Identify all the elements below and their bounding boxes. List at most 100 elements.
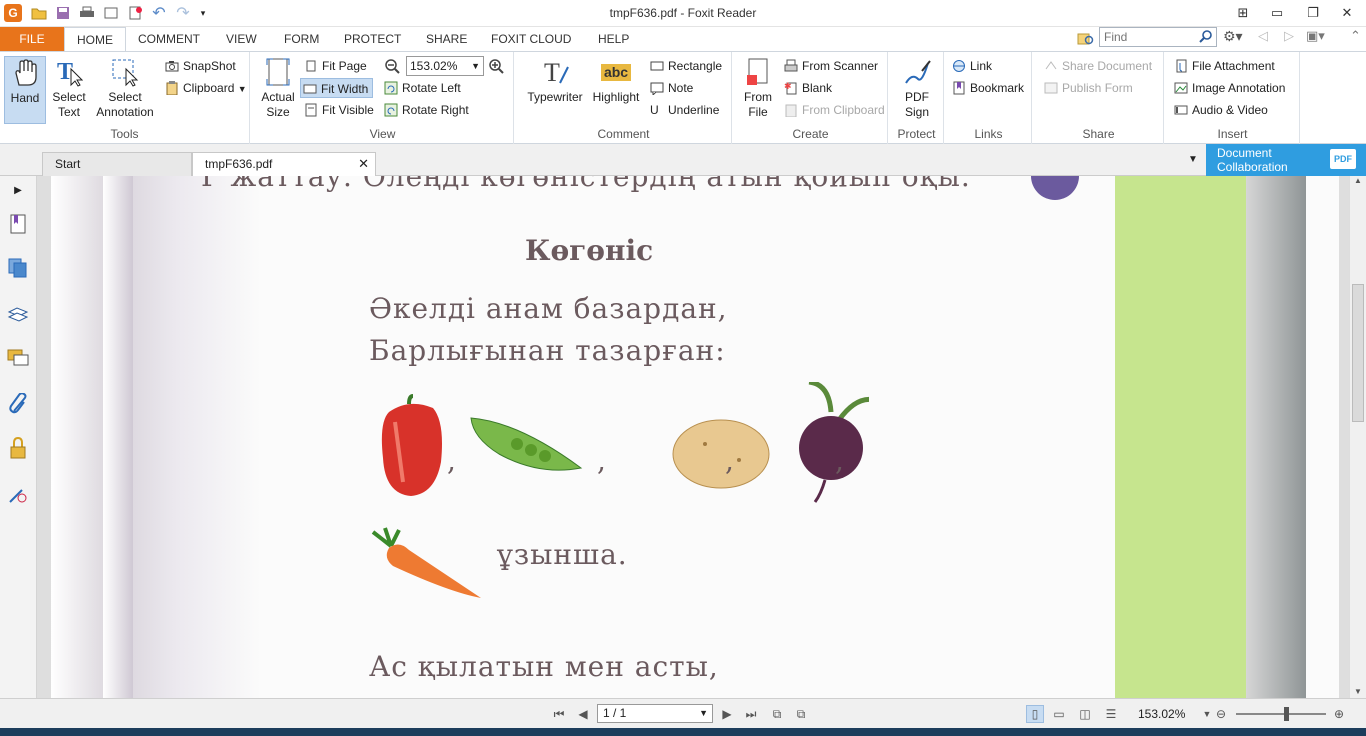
tab-start[interactable]: Start [42,152,192,176]
from-scanner-button[interactable]: From Scanner [782,56,878,76]
rotate-left-button[interactable]: Rotate Left [382,78,461,98]
rotate-left-icon [384,81,398,95]
audio-video-button[interactable]: Audio & Video [1172,100,1268,120]
status-bar: ⏮ ◀ 1 / 1 ▼ ▶ ⏭ ⧉ ⧉ ▯ ▭ ◫ ☰ 153.02% ▼ ⊖ … [0,698,1366,728]
close-tab-icon[interactable]: ✕ [358,153,369,175]
zoom-slider-track[interactable] [1236,713,1326,715]
scroll-thumb[interactable] [1352,284,1364,422]
bookmark-button[interactable]: Bookmark [950,78,1024,98]
settings-gear-icon[interactable]: ⚙▾ [1223,28,1251,48]
clipboard-label: Clipboard [183,81,235,95]
note-label: Note [668,81,694,95]
scroll-down-icon[interactable]: ▼ [1354,687,1362,696]
find-box[interactable] [1099,27,1217,47]
bookmark-icon [952,81,966,95]
rectangle-button[interactable]: Rectangle [648,56,722,76]
fit-page-button[interactable]: Fit Page [302,56,367,76]
tab-home[interactable]: HOME [64,27,126,52]
ribbon-collapse-icon[interactable]: ⌃ [1350,28,1361,44]
find-input[interactable] [1100,28,1196,46]
previous-page-icon[interactable]: ◀ [574,705,592,723]
tab-form[interactable]: FORM [272,27,331,51]
nav-back-icon[interactable]: ◁ [1258,28,1268,44]
continuous-view-icon[interactable]: ▭ [1050,705,1068,723]
highlight-button[interactable]: abc Highlight [590,56,642,105]
book-badge-icon [1031,176,1079,200]
status-zoom-out-icon[interactable]: ⊖ [1212,705,1230,723]
note-button[interactable]: Note [648,78,693,98]
first-page-icon[interactable]: ⏮ [550,705,568,723]
tab-help[interactable]: HELP [586,27,641,51]
tab-view[interactable]: VIEW [214,27,269,51]
page-dropdown-icon[interactable]: ▼ [699,705,708,722]
fit-width-button[interactable]: Fit Width [300,78,374,98]
scroll-up-icon[interactable]: ▲ [1354,176,1362,185]
restore-icon[interactable]: ❐ [1302,3,1324,23]
document-viewport[interactable]: Ғ жаттау. Өлеңді көгөністердің атын қойы… [37,176,1349,698]
next-page-icon[interactable]: ▶ [718,705,736,723]
document-collaboration-panel[interactable]: Document Collaboration PDF [1206,144,1366,176]
status-zoom-in-icon[interactable]: ⊕ [1330,705,1348,723]
expand-panel-icon[interactable]: ▶ [6,178,30,202]
pages-panel-icon[interactable] [6,256,30,280]
next-view-icon[interactable]: ⧉ [792,705,810,723]
page-number-box[interactable]: 1 / 1 ▼ [597,704,713,723]
publish-form-button[interactable]: Publish Form [1042,78,1133,98]
actual-size-label: Actual Size [261,90,295,119]
find-options-icon[interactable] [1077,31,1095,47]
previous-view-icon[interactable]: ⧉ [768,705,786,723]
links-group: Link Bookmark Links [946,52,1032,144]
file-attachment-button[interactable]: File Attachment [1172,56,1275,76]
typewriter-button[interactable]: T Typewriter [524,56,586,105]
blank-button[interactable]: ✱ Blank [782,78,832,98]
attachments-panel-icon[interactable] [6,392,30,416]
hand-button[interactable]: Hand [4,56,46,124]
from-clipboard-button[interactable]: From Clipboard [782,100,885,120]
search-icon[interactable] [1199,29,1213,46]
pdf-sign-button[interactable]: PDF Sign [896,56,938,120]
tab-protect[interactable]: PROTECT [332,27,413,51]
link-button[interactable]: Link [950,56,992,76]
minimize-icon[interactable]: ▭ [1266,3,1288,23]
tab-current-document[interactable]: tmpF636.pdf ✕ [192,152,376,177]
clipboard-button[interactable]: Clipboard ▼ [163,78,247,98]
fit-width-icon [303,82,317,96]
image-annotation-button[interactable]: Image Annotation [1172,78,1285,98]
zoom-in-icon[interactable] [488,58,504,77]
underline-button[interactable]: U Underline [648,100,719,120]
tab-list-dropdown-icon[interactable]: ▼ [1188,154,1198,165]
tab-foxit-cloud[interactable]: FOXIT CLOUD [479,27,583,51]
security-panel-icon[interactable] [6,436,30,460]
share-document-button[interactable]: Share Document [1042,56,1152,76]
signatures-panel-icon[interactable] [6,482,30,506]
vertical-scrollbar[interactable]: ▲ ▼ [1349,176,1366,698]
beet-icon [799,382,869,503]
bookmarks-panel-icon[interactable] [6,212,30,236]
from-file-button[interactable]: From File [738,56,778,120]
zoom-slider-thumb[interactable] [1284,707,1289,721]
actual-size-button[interactable]: Actual Size [258,56,298,120]
comments-panel-icon[interactable] [6,346,30,370]
fit-visible-button[interactable]: Fit Visible [302,100,374,120]
layers-panel-icon[interactable] [6,302,30,326]
account-icon[interactable]: ▣▾ [1306,28,1325,44]
poem-title: Көгөніс [525,234,654,267]
tab-share[interactable]: SHARE [414,27,479,51]
single-page-view-icon[interactable]: ▯ [1026,705,1044,723]
zoom-out-icon[interactable] [384,58,400,77]
select-text-button[interactable]: T Select Text [48,56,90,120]
nav-forward-icon[interactable]: ▷ [1284,28,1294,44]
layout-icon[interactable]: ⊞ [1232,3,1254,23]
tab-comment[interactable]: COMMENT [126,27,212,51]
rotate-right-button[interactable]: Rotate Right [382,100,469,120]
poem-line-1: Әкелді анам базардан, [369,292,728,325]
continuous-facing-view-icon[interactable]: ☰ [1102,705,1120,723]
zoom-select[interactable]: 153.02% ▼ [406,56,484,76]
close-window-icon[interactable]: ✕ [1336,3,1358,23]
last-page-icon[interactable]: ⏭ [742,705,760,723]
snapshot-button[interactable]: SnapShot [163,56,236,76]
svg-text:✱: ✱ [784,81,792,91]
facing-view-icon[interactable]: ◫ [1076,705,1094,723]
tab-file[interactable]: FILE [0,27,64,51]
select-annotation-button[interactable]: Select Annotation [92,56,158,120]
